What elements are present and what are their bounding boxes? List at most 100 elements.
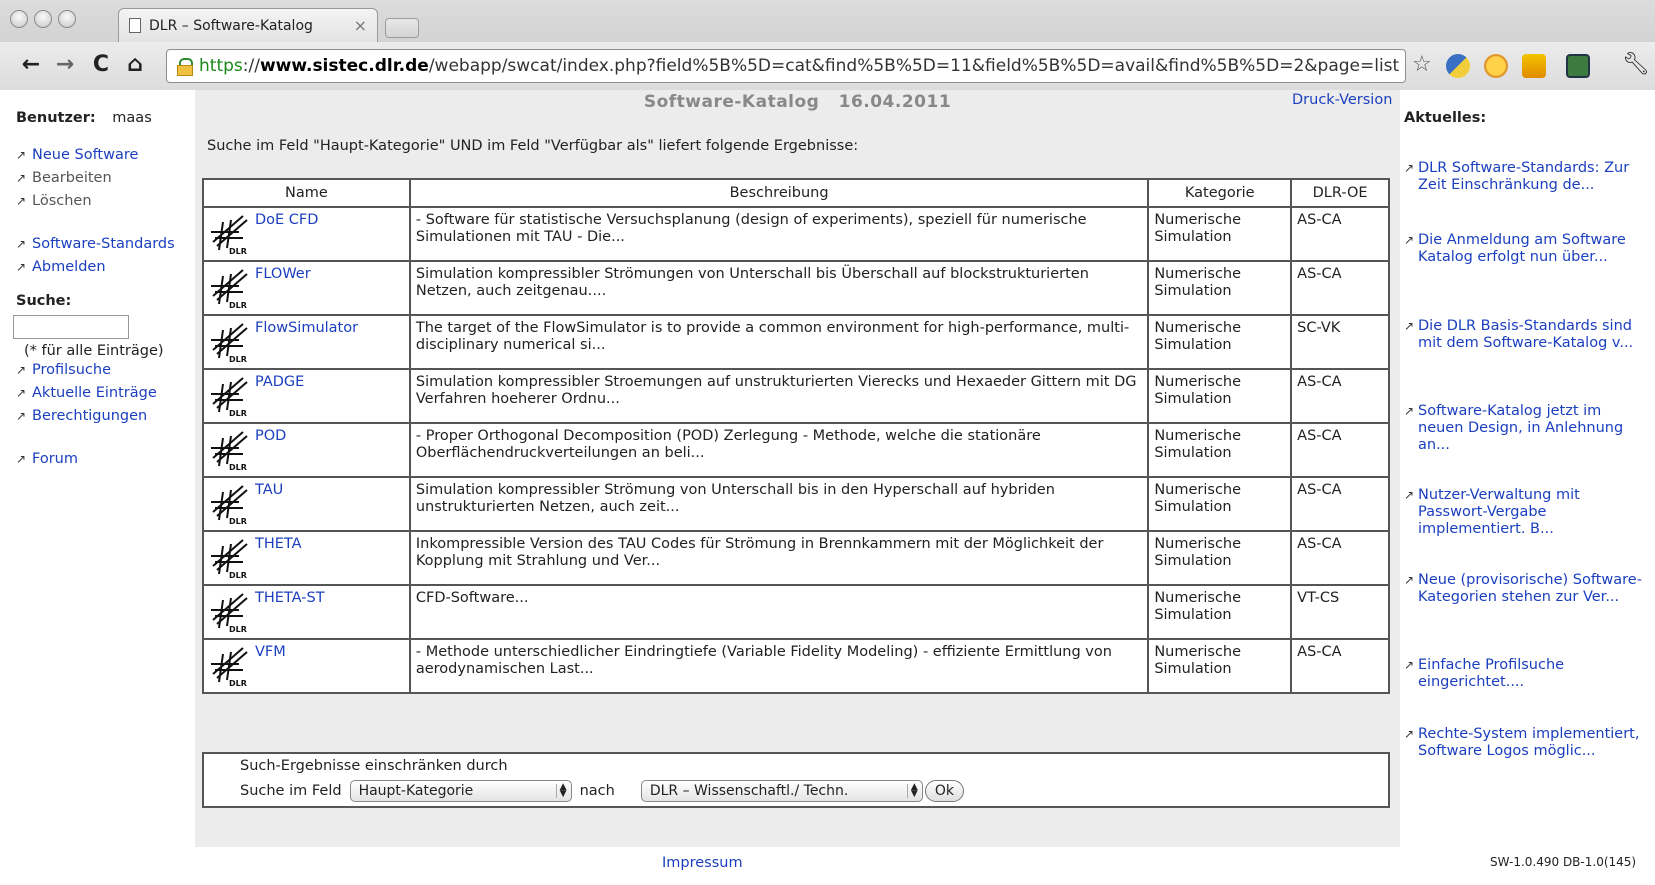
user-name: maas — [112, 110, 152, 126]
name-cell: DLR THETA — [202, 530, 411, 586]
software-link[interactable]: PADGE — [255, 374, 304, 391]
browser-tab[interactable]: DLR – Software-Katalog × — [118, 8, 378, 42]
nav-aktuelle-eintraege[interactable]: ↗ Aktuelle Einträge — [16, 382, 196, 405]
nav-software-standards[interactable]: ↗ Software-Standards — [16, 233, 196, 256]
nav-neue-software[interactable]: ↗ Neue Software — [16, 144, 196, 167]
software-link[interactable]: DoE CFD — [255, 212, 318, 229]
description-cell: - Software für statistische Versuchsplan… — [408, 206, 1150, 262]
green-extension-icon[interactable] — [1566, 54, 1590, 78]
dlr-logo-icon: DLR — [211, 215, 248, 256]
ok-button[interactable]: Ok — [924, 780, 964, 802]
category-cell: Numerische Simulation — [1147, 530, 1293, 586]
nav-group-software: ↗ Neue Software ↗ Bearbeiten ↗ Löschen — [16, 144, 196, 213]
filter-row: Suche im Feld Haupt-Kategorie ▲ ▼ nach DL… — [240, 780, 964, 802]
software-link[interactable]: FLOWer — [255, 266, 311, 283]
svg-text:DLR: DLR — [229, 625, 247, 634]
name-cell: DLR FLOWer — [202, 260, 411, 316]
arrow-icon: ↗ — [1404, 488, 1415, 502]
nav-forum[interactable]: ↗ Forum — [16, 448, 196, 471]
table-row: DLR FLOWer Simulation kompressibler Strö… — [202, 260, 1390, 316]
page-title: Software-Katalog 16.04.2011 — [643, 92, 952, 112]
nav-abmelden[interactable]: ↗ Abmelden — [16, 256, 196, 279]
news-item[interactable]: ↗ Einfache Profilsuche eingerichtet.... — [1404, 657, 1644, 691]
filter-nach-label: nach — [579, 783, 615, 799]
close-window-button[interactable] — [10, 10, 28, 28]
python-extension-icon[interactable] — [1446, 54, 1470, 78]
dlr-logo-icon: DLR — [211, 269, 248, 310]
svg-text:DLR: DLR — [229, 463, 247, 472]
description-cell: - Proper Orthogonal Decomposition (POD) … — [408, 422, 1150, 478]
news-item[interactable]: ↗ Die Anmeldung am Software Katalog erfol… — [1404, 232, 1644, 266]
name-cell: DLR VFM — [202, 638, 411, 694]
tab-close-icon[interactable]: × — [354, 16, 367, 35]
address-bar[interactable]: https://www.sistec.dlr.de/webapp/swcat/i… — [166, 49, 1406, 83]
table-row: DLR THETA-ST CFD-Software... Numerische … — [202, 584, 1390, 640]
field-select[interactable]: Haupt-Kategorie ▲ ▼ — [349, 780, 572, 802]
table-row: DLR VFM - Methode unterschiedlicher Eind… — [202, 638, 1390, 694]
filter-field-label: Suche im Feld — [240, 783, 342, 799]
news-heading: Aktuelles: — [1404, 110, 1487, 126]
description-cell: Simulation kompressibler Strömungen von … — [408, 260, 1150, 316]
dlr-logo-icon: DLR — [211, 377, 248, 418]
software-link[interactable]: VFM — [255, 644, 286, 661]
software-link[interactable]: THETA-ST — [255, 590, 325, 607]
nav-berechtigungen[interactable]: ↗ Berechtigungen — [16, 405, 196, 428]
search-input[interactable] — [13, 315, 129, 339]
news-item[interactable]: ↗ DLR Software-Standards: Zur Zeit Einsch… — [1404, 160, 1644, 194]
nav-group-account: ↗ Software-Standards ↗ Abmelden — [16, 233, 196, 279]
filter-panel: Such-Ergebnisse einschränken durch Suche… — [202, 752, 1390, 808]
category-cell: Numerische Simulation — [1147, 422, 1293, 478]
browser-toolbar: ← → C ⌂ https://www.sistec.dlr.de/webapp… — [0, 42, 1655, 90]
impressum-link[interactable]: Impressum — [662, 855, 743, 871]
news-item[interactable]: ↗ Nutzer-Verwaltung mit Passwort-Vergabe … — [1404, 487, 1644, 538]
wrench-icon[interactable]: 🔧︎ — [1622, 52, 1650, 77]
druck-version-link[interactable]: Druck-Version — [1292, 92, 1392, 108]
arrow-icon: ↗ — [1404, 658, 1415, 672]
svg-text:DLR: DLR — [229, 355, 247, 364]
software-link[interactable]: POD — [255, 428, 286, 445]
zoom-window-button[interactable] — [58, 10, 76, 28]
value-select[interactable]: DLR – Wissenschaftl./ Techn. ▲ ▼ — [640, 780, 923, 802]
dlr-oe-cell: AS-CA — [1290, 530, 1390, 586]
table-row: DLR DoE CFD - Software für statistische … — [202, 206, 1390, 262]
home-icon[interactable]: ⌂ — [122, 52, 148, 77]
arrow-icon: ↗ — [1404, 404, 1415, 418]
page-icon — [129, 18, 141, 33]
nav-profilsuche[interactable]: ↗ Profilsuche — [16, 359, 196, 382]
dlr-oe-cell: AS-CA — [1290, 260, 1390, 316]
arrow-icon: ↗ — [16, 194, 27, 208]
description-cell: - Methode unterschiedlicher Eindringtief… — [408, 638, 1150, 694]
table-row: DLR THETA Inkompressible Version des TAU… — [202, 530, 1390, 586]
dlr-logo-icon: DLR — [211, 323, 248, 364]
search-label: Suche: — [16, 293, 72, 309]
url-path: /webapp/swcat/index.php?field%5B%5D=cat&… — [428, 56, 1400, 76]
new-tab-button[interactable] — [385, 18, 419, 38]
news-item[interactable]: ↗ Die DLR Basis-Standards sind mit dem So… — [1404, 318, 1644, 352]
arrow-icon: ↗ — [1404, 319, 1415, 333]
news-item[interactable]: ↗ Software-Katalog jetzt im neuen Design,… — [1404, 403, 1644, 454]
browser-chrome: DLR – Software-Katalog × ← → C ⌂ https:/… — [0, 0, 1655, 90]
select-arrows-icon: ▲ ▼ — [906, 783, 918, 799]
reload-icon[interactable]: C — [88, 52, 114, 77]
software-link[interactable]: FlowSimulator — [255, 320, 358, 337]
forward-icon[interactable]: → — [52, 52, 78, 77]
arrow-icon: ↗ — [16, 148, 27, 162]
left-navigation: Benutzer: maas ↗ Neue Software ↗ Bearbeite… — [13, 110, 196, 471]
dlr-logo-icon: DLR — [211, 485, 248, 526]
select-arrows-icon: ▲ ▼ — [555, 783, 567, 799]
minimize-window-button[interactable] — [34, 10, 52, 28]
bookmark-extension-icon[interactable] — [1522, 54, 1546, 78]
name-cell: DLR POD — [202, 422, 411, 478]
value-select-value: DLR – Wissenschaftl./ Techn. — [649, 783, 849, 799]
svg-text:DLR: DLR — [229, 571, 247, 580]
star-icon[interactable]: ☆ — [1412, 52, 1432, 77]
software-link[interactable]: THETA — [255, 536, 302, 553]
dlr-oe-cell: VT-CS — [1290, 584, 1390, 640]
news-item[interactable]: ↗ Neue (provisorische) Software-Kategorie… — [1404, 572, 1644, 606]
news-item[interactable]: ↗ Rechte-System implementiert, Software L… — [1404, 726, 1644, 760]
software-link[interactable]: TAU — [255, 482, 283, 499]
back-icon[interactable]: ← — [18, 52, 44, 77]
url-scheme: https — [199, 56, 243, 76]
news-sidebar: Aktuelles: ↗ DLR Software-Standards: Zur … — [1404, 110, 1644, 759]
emoji-extension-icon[interactable] — [1484, 54, 1508, 78]
